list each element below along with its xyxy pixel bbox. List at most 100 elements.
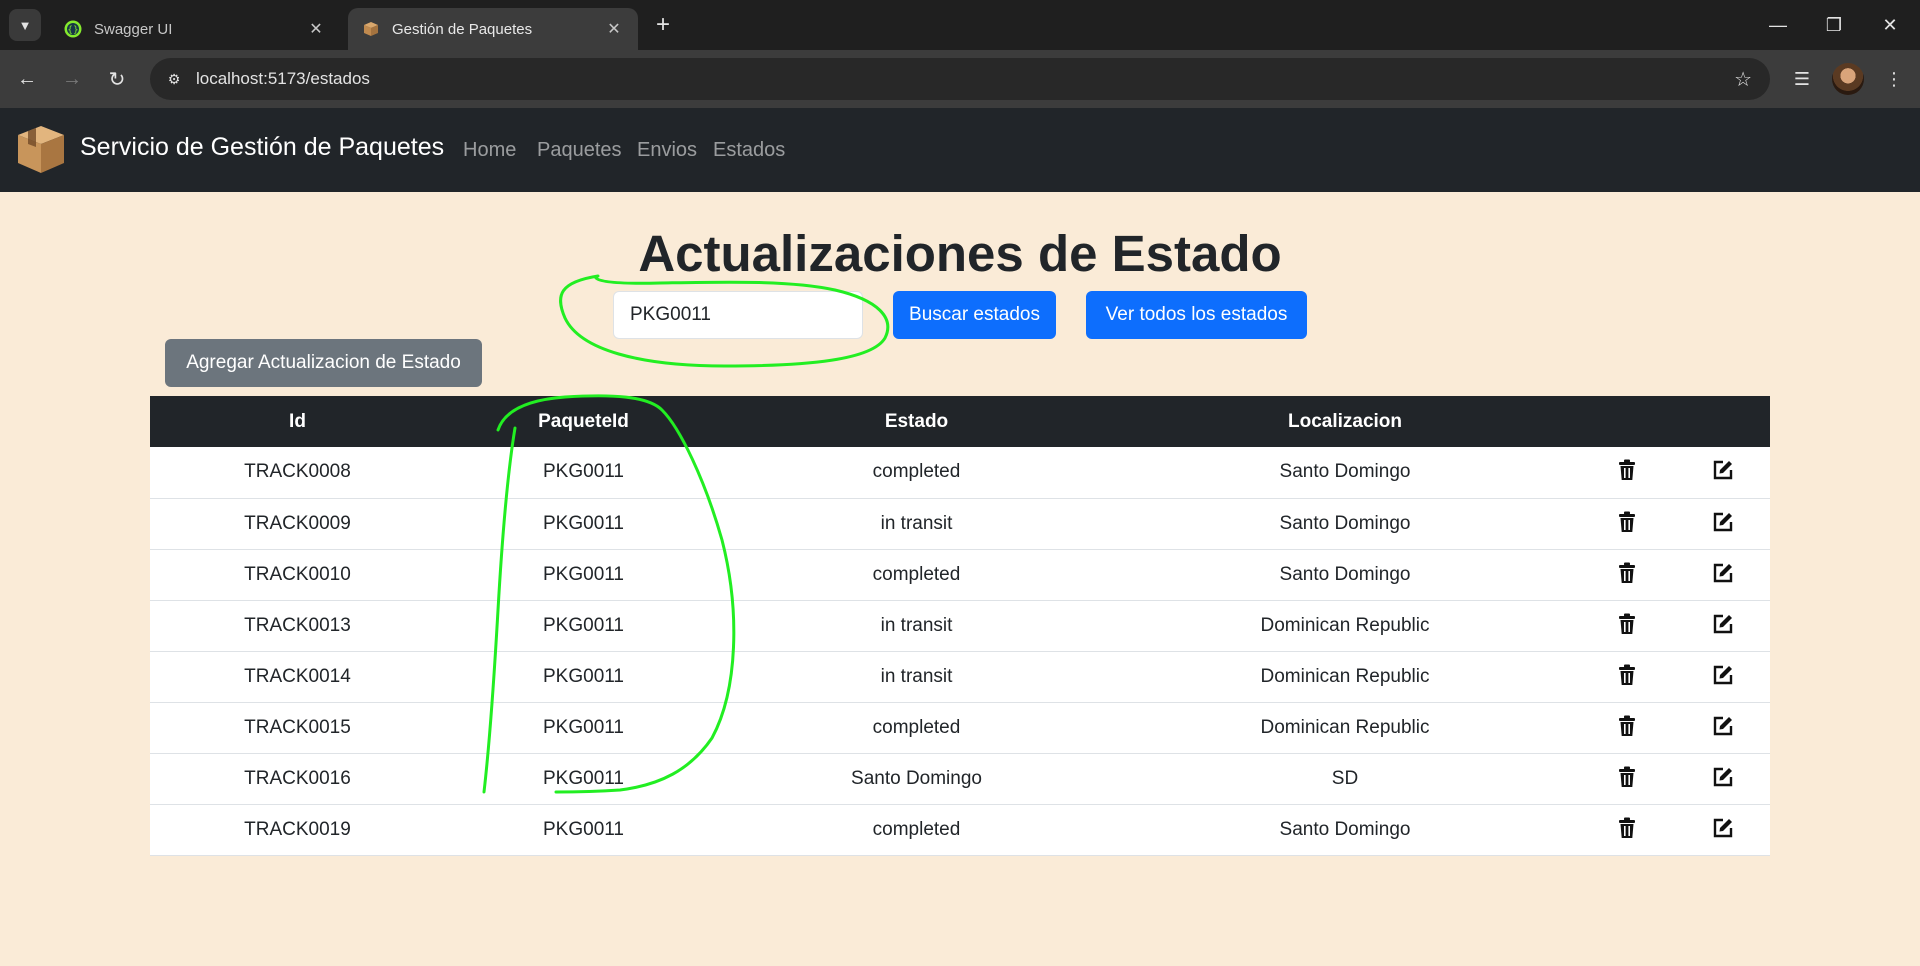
cell-paqueteid: PKG0011	[543, 818, 624, 840]
cell-id: TRACK0015	[244, 716, 351, 738]
table-row: TRACK0013 PKG0011 in transit Dominican Repu…	[150, 600, 1770, 651]
cell-estado: in transit	[880, 665, 953, 687]
cell-paqueteid: PKG0011	[543, 716, 624, 738]
media-controls-icon[interactable]: ☰	[1786, 63, 1818, 95]
trash-icon[interactable]	[1614, 560, 1640, 586]
cell-id: TRACK0014	[244, 665, 351, 687]
table-row: TRACK0015 PKG0011 completed Dominican Repub…	[150, 702, 1770, 753]
close-tab-icon[interactable]: ✕	[604, 19, 624, 39]
cell-paqueteid: PKG0011	[543, 665, 624, 687]
table-row: TRACK0019 PKG0011 completed Santo Domingo	[150, 804, 1770, 855]
profile-avatar[interactable]	[1832, 63, 1864, 95]
cell-estado: completed	[872, 716, 961, 738]
cell-estado: completed	[872, 563, 961, 585]
table-header-row: Id PaqueteId Estado Localizacion	[150, 396, 1770, 447]
cell-estado: Santo Domingo	[851, 767, 982, 789]
table-row: TRACK0010 PKG0011 completed Santo Domingo	[150, 549, 1770, 600]
site-info-icon[interactable]: ⚙	[158, 63, 190, 95]
cell-edit	[1675, 753, 1770, 804]
restore-icon[interactable]: ❐	[1814, 8, 1854, 42]
trash-icon[interactable]	[1614, 764, 1640, 790]
add-status-update-button[interactable]: Agregar Actualizacion de Estado	[165, 339, 482, 387]
column-header-delete	[1579, 396, 1675, 447]
tab-swagger[interactable]: {} Swagger UI ✕	[50, 8, 340, 50]
cell-edit	[1675, 804, 1770, 855]
cell-estado: in transit	[880, 512, 953, 534]
table-row: TRACK0009 PKG0011 in transit Santo Domingo	[150, 498, 1770, 549]
trash-icon[interactable]	[1614, 713, 1640, 739]
cell-delete	[1579, 702, 1675, 753]
menu-kebab-icon[interactable]: ⋮	[1878, 63, 1910, 95]
cell-delete	[1579, 498, 1675, 549]
address-bar[interactable]: ⚙ localhost:5173/estados ☆	[150, 58, 1770, 100]
forward-arrow-icon[interactable]: →	[55, 62, 89, 96]
cell-paqueteid: PKG0011	[543, 767, 624, 789]
cell-localizacion: Santo Domingo	[1279, 563, 1411, 585]
nav-link-home[interactable]: Home	[463, 139, 516, 162]
trash-icon[interactable]	[1614, 815, 1640, 841]
column-header-localizacion: Localizacion	[1287, 410, 1403, 432]
edit-icon[interactable]	[1710, 662, 1736, 688]
nav-link-estados[interactable]: Estados	[713, 139, 785, 162]
cell-delete	[1579, 600, 1675, 651]
svg-text:{}: {}	[67, 26, 78, 36]
cell-localizacion: SD	[1331, 767, 1359, 789]
edit-icon[interactable]	[1710, 713, 1736, 739]
trash-icon[interactable]	[1614, 662, 1640, 688]
package-favicon-icon	[364, 22, 378, 36]
close-window-icon[interactable]: ✕	[1870, 8, 1910, 42]
search-status-button[interactable]: Buscar estados	[893, 291, 1056, 339]
cell-edit	[1675, 600, 1770, 651]
cell-id: TRACK0013	[244, 614, 351, 636]
edit-icon[interactable]	[1710, 457, 1736, 483]
reload-icon[interactable]: ↻	[100, 62, 134, 96]
package-box-logo-icon[interactable]	[14, 123, 68, 175]
chevron-down-icon: ▼	[18, 17, 32, 33]
brand-name[interactable]: Servicio de Gestión de Paquetes	[80, 133, 444, 162]
nav-link-envios[interactable]: Envios	[637, 139, 697, 162]
cell-localizacion: Santo Domingo	[1279, 818, 1411, 840]
trash-icon[interactable]	[1614, 509, 1640, 535]
cell-edit	[1675, 447, 1770, 498]
tab-title: Swagger UI	[94, 20, 173, 38]
table-row: TRACK0016 PKG0011 Santo Domingo SD	[150, 753, 1770, 804]
cell-id: TRACK0010	[244, 563, 351, 585]
tab-gestion-paquetes[interactable]: Gestión de Paquetes ✕	[348, 8, 638, 50]
edit-icon[interactable]	[1710, 560, 1736, 586]
cell-id: TRACK0008	[244, 461, 351, 483]
back-arrow-icon[interactable]: ←	[10, 62, 44, 96]
cell-id: TRACK0009	[244, 512, 351, 534]
tab-title: Gestión de Paquetes	[392, 20, 533, 38]
page-title: Actualizaciones de Estado	[638, 225, 1282, 282]
cell-paqueteid: PKG0011	[543, 512, 624, 534]
table-row: TRACK0014 PKG0011 in transit Dominican Repu…	[150, 651, 1770, 702]
view-all-status-button[interactable]: Ver todos los estados	[1086, 291, 1307, 339]
table-row: TRACK0008 PKG0011 completed Santo Domingo	[150, 447, 1770, 498]
nav-link-paquetes[interactable]: Paquetes	[537, 139, 622, 162]
bookmark-star-icon[interactable]: ☆	[1734, 67, 1752, 92]
cell-localizacion: Dominican Republic	[1260, 665, 1430, 687]
url-text[interactable]: localhost:5173/estados	[196, 69, 370, 89]
close-tab-icon[interactable]: ✕	[306, 19, 326, 39]
trash-icon[interactable]	[1614, 611, 1640, 637]
browser-tab-strip: ▼ {} Swagger UI ✕ Gestión de Paquetes ✕ …	[0, 0, 1920, 50]
cell-paqueteid: PKG0011	[543, 461, 624, 483]
cell-delete	[1579, 804, 1675, 855]
trash-icon[interactable]	[1614, 457, 1640, 483]
tab-search-button[interactable]: ▼	[9, 9, 41, 41]
cell-localizacion: Santo Domingo	[1279, 461, 1411, 483]
cell-estado: in transit	[880, 614, 953, 636]
new-tab-plus-icon[interactable]: +	[650, 11, 676, 38]
edit-icon[interactable]	[1710, 509, 1736, 535]
cell-estado: completed	[872, 461, 961, 483]
package-search-input[interactable]	[613, 291, 863, 339]
edit-icon[interactable]	[1710, 764, 1736, 790]
edit-icon[interactable]	[1710, 815, 1736, 841]
cell-edit	[1675, 702, 1770, 753]
cell-edit	[1675, 651, 1770, 702]
cell-localizacion: Santo Domingo	[1279, 512, 1411, 534]
cell-edit	[1675, 549, 1770, 600]
cell-localizacion: Dominican Republic	[1260, 716, 1430, 738]
minimize-icon[interactable]: —	[1758, 8, 1798, 42]
edit-icon[interactable]	[1710, 611, 1736, 637]
